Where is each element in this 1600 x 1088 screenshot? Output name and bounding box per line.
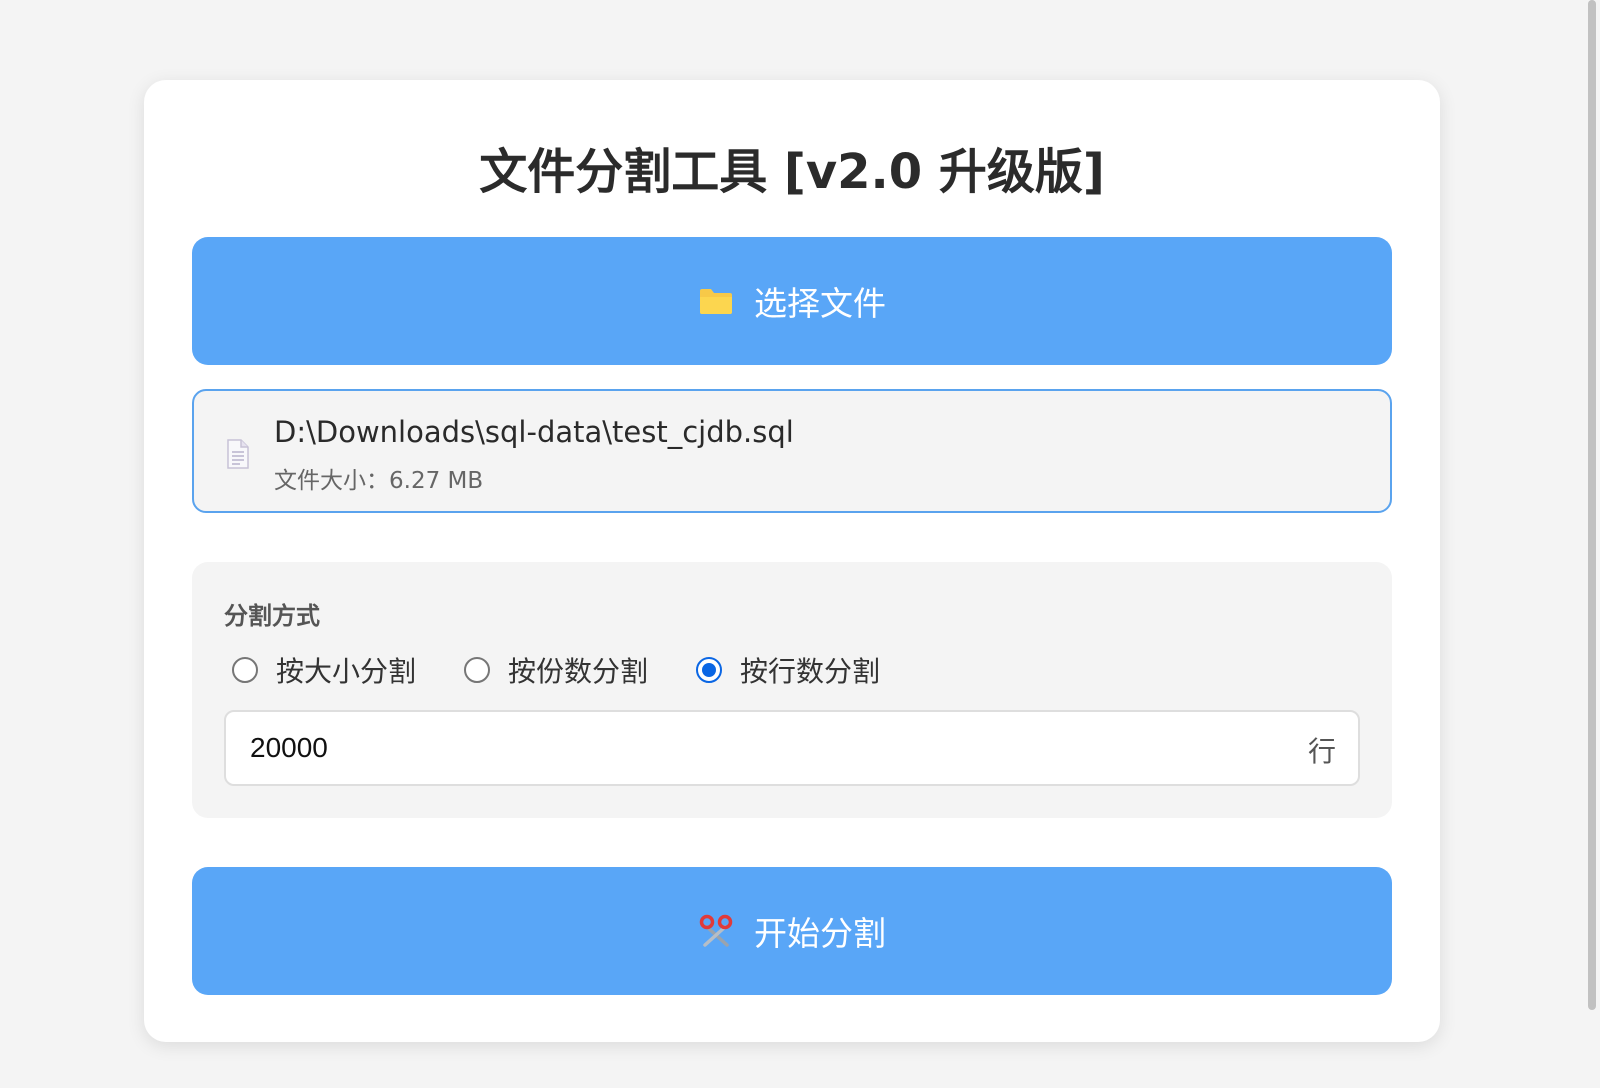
radio-button-checked[interactable] [696,657,723,683]
app-page: 文件分割工具 [v2.0 升级版] 选择文件 D:\Downloads\sql-… [0,0,1600,1088]
file-path: D:\Downloads\sql-data\test_cjdb.sql [274,415,794,449]
split-method-heading: 分割方式 [224,602,320,630]
start-split-label: 开始分割 [754,915,886,952]
file-info-box: D:\Downloads\sql-data\test_cjdb.sql 文件大小… [192,389,1392,513]
radio-label: 按份数分割 [508,655,649,688]
select-file-label: 选择文件 [754,285,886,322]
file-size: 文件大小：6.27 MB [274,468,484,494]
scrollbar[interactable] [1584,0,1600,1088]
radio-label: 按行数分割 [740,655,881,688]
radio-split-by-lines[interactable]: 按行数分割 [696,650,880,690]
scrollbar-thumb[interactable] [1588,0,1596,1010]
radio-button[interactable] [464,657,491,683]
scissors-icon [698,914,734,948]
radio-button[interactable] [232,657,258,683]
select-file-button[interactable]: 选择文件 [192,237,1392,365]
document-icon [226,439,250,473]
start-split-button[interactable]: 开始分割 [192,867,1392,995]
folder-icon [698,286,734,316]
unit-label: 行 [1307,735,1336,768]
page-title: 文件分割工具 [v2.0 升级版] [479,144,1105,200]
radio-split-by-count[interactable]: 按份数分割 [464,650,648,690]
split-value-input[interactable] [250,728,1250,768]
split-method-radio-group: 按大小分割 按份数分割 按行数分割 [232,650,928,690]
radio-dot [702,663,717,677]
radio-label: 按大小分割 [276,655,417,688]
split-settings-panel: 分割方式 按大小分割 按份数分割 按行数分割 20000 行 [192,562,1392,818]
split-value-field: 行 [224,710,1360,786]
main-card: 文件分割工具 [v2.0 升级版] 选择文件 D:\Downloads\sql-… [144,80,1440,1042]
radio-split-by-size[interactable]: 按大小分割 [232,650,416,690]
